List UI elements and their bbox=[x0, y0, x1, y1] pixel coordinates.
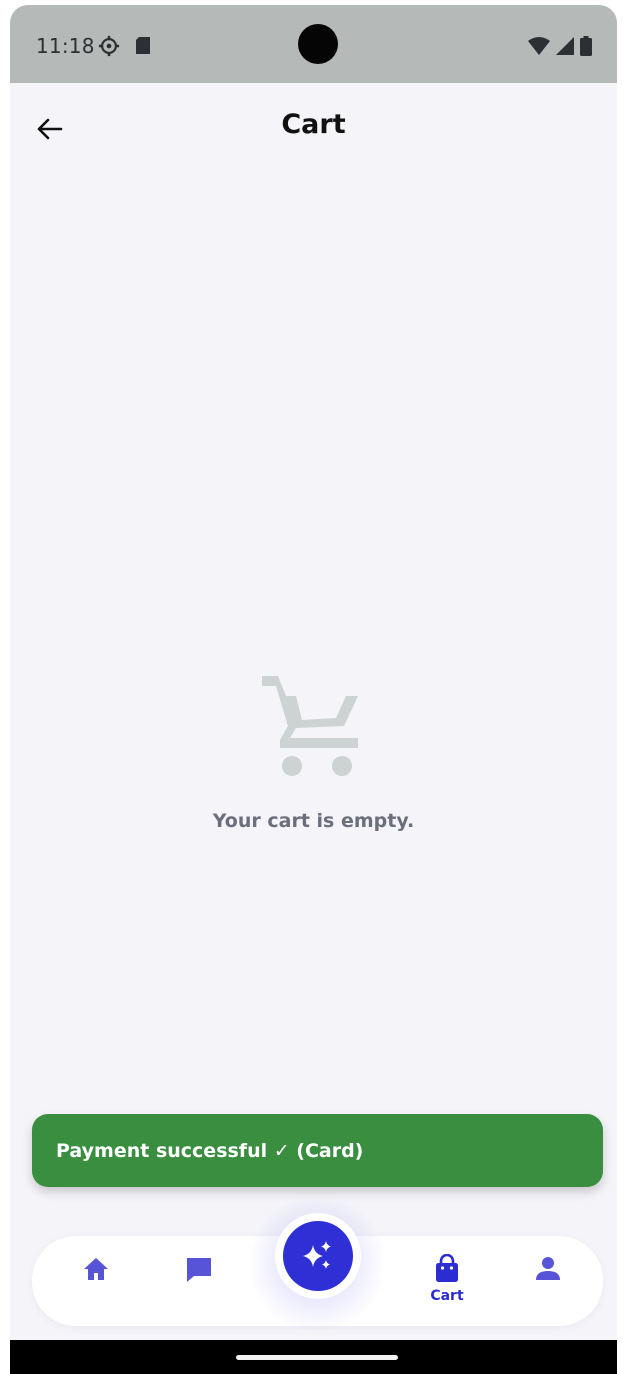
battery-icon bbox=[580, 36, 592, 56]
sd-card-icon bbox=[136, 37, 150, 54]
app-screen: 11:18 Cart Your cart is empty. Payment s… bbox=[10, 5, 617, 1374]
signal-icon bbox=[556, 37, 574, 55]
home-icon bbox=[84, 1258, 108, 1280]
nav-item-profile[interactable] bbox=[518, 1254, 578, 1314]
phone-frame: 11:18 Cart Your cart is empty. Payment s… bbox=[0, 0, 627, 1374]
nav-label-cart: Cart bbox=[430, 1288, 464, 1304]
empty-cart-message: Your cart is empty. bbox=[212, 810, 415, 832]
page-title: Cart bbox=[281, 109, 346, 140]
shopping-bag-icon bbox=[436, 1254, 458, 1282]
status-time: 11:18 bbox=[36, 34, 95, 58]
system-navigation-bar bbox=[10, 1340, 617, 1374]
settings-icon bbox=[98, 35, 120, 57]
ai-assistant-button[interactable] bbox=[275, 1213, 361, 1299]
nav-item-cart[interactable]: Cart bbox=[417, 1254, 477, 1314]
nav-item-chat[interactable] bbox=[169, 1254, 229, 1314]
sparkle-icon bbox=[303, 1241, 331, 1269]
wifi-icon bbox=[528, 37, 550, 55]
payment-snackbar: Payment successful ✓ (Card) bbox=[32, 1114, 603, 1187]
empty-cart-state: Your cart is empty. bbox=[10, 670, 617, 832]
gesture-handle[interactable] bbox=[236, 1355, 398, 1360]
app-bar: Cart bbox=[10, 83, 617, 173]
status-bar: 11:18 bbox=[10, 5, 617, 83]
snackbar-message: Payment successful ✓ (Card) bbox=[56, 1139, 364, 1162]
front-camera bbox=[298, 24, 338, 64]
nav-item-home[interactable] bbox=[66, 1254, 126, 1314]
shopping-cart-icon bbox=[261, 676, 358, 776]
fab-inner bbox=[283, 1221, 353, 1291]
chat-icon bbox=[187, 1258, 211, 1282]
person-icon bbox=[536, 1257, 560, 1280]
status-right-icons bbox=[528, 36, 592, 56]
